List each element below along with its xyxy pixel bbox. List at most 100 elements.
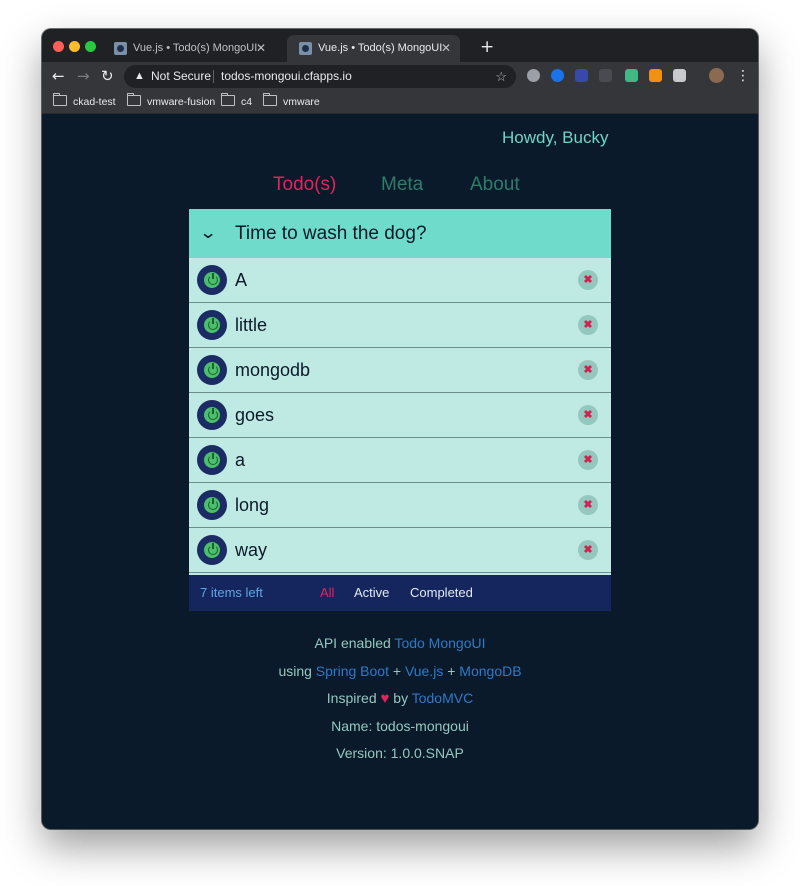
bookmark-folder-ckad-test[interactable]: ckad-test: [53, 91, 116, 113]
new-todo-input[interactable]: Time to wash the dog?: [235, 209, 427, 258]
filter-all[interactable]: All: [320, 575, 334, 611]
bookmark-folder-c4[interactable]: c4: [221, 91, 252, 113]
todo-footer: 7 items left All Active Completed: [189, 575, 611, 611]
extension-icon[interactable]: [673, 69, 686, 82]
nav-todos[interactable]: Todo(s): [273, 174, 336, 196]
items-left-count: 7 items left: [200, 585, 263, 600]
app-name-text: Name: todos-mongoui: [331, 718, 469, 734]
folder-icon: [221, 93, 235, 106]
info-text: Inspired: [326, 690, 377, 706]
folder-icon: [127, 93, 141, 106]
info-line-api: API enabled Todo MongoUI: [42, 635, 758, 651]
todo-item: little ✖: [189, 303, 611, 348]
close-icon[interactable]: ✖: [578, 315, 598, 335]
todomvc-link[interactable]: TodoMVC: [412, 690, 473, 706]
filter-completed[interactable]: Completed: [410, 575, 473, 611]
site-favicon-icon: [299, 42, 312, 55]
maximize-window-button[interactable]: [85, 41, 96, 52]
tab-title: Vue.js • Todo(s) MongoUI: [133, 42, 258, 54]
security-status[interactable]: Not Secure: [151, 65, 211, 88]
close-tab-icon[interactable]: ✕: [441, 35, 451, 62]
power-icon[interactable]: [197, 355, 227, 385]
folder-icon: [263, 93, 277, 106]
new-tab-button[interactable]: +: [480, 36, 494, 58]
info-line-inspired: Inspired ♥ by TodoMVC: [42, 690, 758, 707]
extension-icon[interactable]: [649, 69, 662, 82]
info-line-using: using Spring Boot + Vue.js + MongoDB: [42, 663, 758, 679]
vue-devtools-icon[interactable]: [625, 69, 638, 82]
close-icon[interactable]: ✖: [578, 360, 598, 380]
close-icon[interactable]: ✖: [578, 270, 598, 290]
bookmark-label: c4: [241, 96, 253, 108]
bookmarks-bar: ckad-test vmware-fusion c4 vmware: [42, 91, 758, 114]
power-icon[interactable]: [197, 400, 227, 430]
power-icon[interactable]: [197, 490, 227, 520]
browser-tab-2[interactable]: Vue.js • Todo(s) MongoUI ✕: [287, 35, 460, 62]
divider: [213, 70, 214, 83]
chevron-down-icon[interactable]: ⌄: [199, 219, 218, 247]
profile-avatar[interactable]: [709, 68, 724, 83]
info-text: API enabled: [314, 635, 391, 651]
power-icon[interactable]: [197, 310, 227, 340]
close-icon[interactable]: ✖: [578, 495, 598, 515]
tab-title: Vue.js • Todo(s) MongoUI: [318, 42, 443, 54]
vuejs-link[interactable]: Vue.js: [405, 663, 443, 679]
mongodb-link[interactable]: MongoDB: [459, 663, 521, 679]
todo-item-label[interactable]: way: [235, 528, 267, 572]
info-text: using: [278, 663, 312, 679]
power-icon[interactable]: [197, 535, 227, 565]
todo-item-label[interactable]: a: [235, 438, 245, 482]
todo-item: mongodb ✖: [189, 348, 611, 393]
address-bar[interactable]: ▲ Not Secure todos-mongoui.cfapps.io ☆: [124, 65, 516, 88]
info-text: by: [393, 690, 409, 706]
user-greeting: Howdy, Bucky: [502, 128, 609, 147]
extension-icon[interactable]: [599, 69, 612, 82]
app-version-text: Version: 1.0.0.SNAP: [336, 745, 464, 761]
bookmark-label: vmware: [283, 96, 320, 108]
close-window-button[interactable]: [53, 41, 64, 52]
heart-icon: ♥: [380, 690, 390, 707]
todo-item: long ✖: [189, 483, 611, 528]
web-page: Howdy, Bucky Todo(s) Meta About ⌄ Time t…: [42, 114, 758, 829]
close-icon[interactable]: ✖: [578, 450, 598, 470]
todo-list: A ✖ little ✖ mongodb ✖ goes ✖ a ✖ long ✖…: [189, 258, 611, 573]
todo-item-label[interactable]: little: [235, 303, 267, 347]
nav-meta[interactable]: Meta: [381, 174, 423, 196]
browser-window: Vue.js • Todo(s) MongoUI ✕ Vue.js • Todo…: [42, 29, 758, 829]
extension-icon[interactable]: [551, 69, 564, 82]
bookmark-star-icon[interactable]: ☆: [495, 65, 507, 88]
spring-boot-link[interactable]: Spring Boot: [316, 663, 389, 679]
todo-app: ⌄ Time to wash the dog? A ✖ little ✖ mon…: [189, 209, 611, 611]
todo-item: goes ✖: [189, 393, 611, 438]
close-icon[interactable]: ✖: [578, 405, 598, 425]
power-icon[interactable]: [197, 445, 227, 475]
nav-about[interactable]: About: [470, 174, 520, 196]
menu-kebab-icon[interactable]: ⋮: [736, 66, 750, 86]
browser-toolbar: ← → ↻ ▲ Not Secure todos-mongoui.cfapps.…: [42, 62, 758, 91]
plus-text: +: [392, 663, 402, 679]
new-todo-row: ⌄ Time to wash the dog?: [189, 209, 611, 258]
browser-tab-1[interactable]: Vue.js • Todo(s) MongoUI ✕: [102, 35, 275, 62]
todo-item-label[interactable]: goes: [235, 393, 274, 437]
power-icon[interactable]: [197, 265, 227, 295]
extension-icon[interactable]: [575, 69, 588, 82]
todo-item-label[interactable]: mongodb: [235, 348, 310, 392]
bookmark-folder-vmware[interactable]: vmware: [263, 91, 320, 113]
reload-icon[interactable]: ↻: [101, 66, 114, 86]
url-text: todos-mongoui.cfapps.io: [221, 69, 352, 83]
filter-active[interactable]: Active: [354, 575, 389, 611]
extension-icon[interactable]: [527, 69, 540, 82]
forward-icon[interactable]: →: [77, 66, 90, 86]
folder-icon: [53, 93, 67, 106]
todo-item-label[interactable]: long: [235, 483, 269, 527]
todo-mongoui-link[interactable]: Todo MongoUI: [394, 635, 485, 651]
close-tab-icon[interactable]: ✕: [256, 35, 266, 62]
site-favicon-icon: [114, 42, 127, 55]
minimize-window-button[interactable]: [69, 41, 80, 52]
bookmark-folder-vmware-fusion[interactable]: vmware-fusion: [127, 91, 215, 113]
todo-item: A ✖: [189, 258, 611, 303]
todo-item: way ✖: [189, 528, 611, 573]
todo-item-label[interactable]: A: [235, 258, 247, 302]
close-icon[interactable]: ✖: [578, 540, 598, 560]
back-icon[interactable]: ←: [52, 66, 65, 86]
